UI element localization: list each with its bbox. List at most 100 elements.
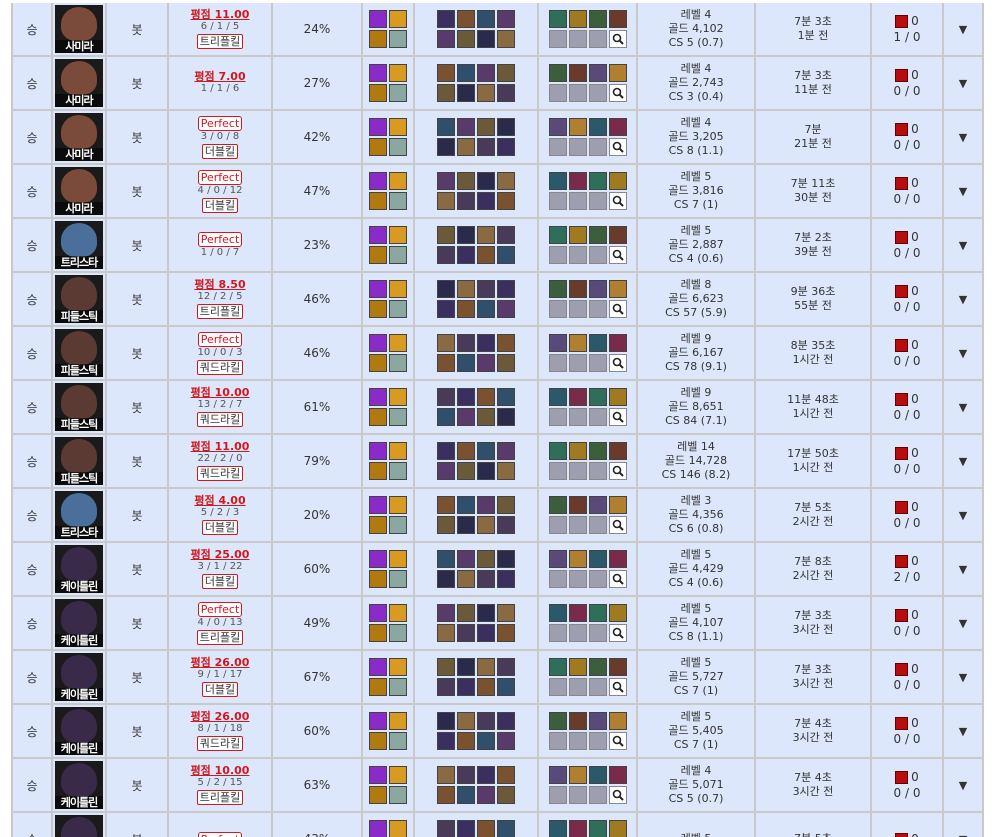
teammate-icon[interactable]: [477, 172, 495, 190]
opponent-icon[interactable]: [497, 732, 515, 750]
opponent-icon[interactable]: [497, 300, 515, 318]
chevron-down-icon[interactable]: ▼: [959, 725, 967, 738]
teammate-icon[interactable]: [497, 172, 515, 190]
opponent-icon[interactable]: [477, 624, 495, 642]
opponent-icon[interactable]: [437, 624, 455, 642]
teammate-icon[interactable]: [457, 64, 475, 82]
opponent-icon[interactable]: [477, 138, 495, 156]
opponent-icon[interactable]: [437, 192, 455, 210]
opponent-icon[interactable]: [477, 732, 495, 750]
teammate-icon[interactable]: [477, 658, 495, 676]
search-icon[interactable]: [608, 570, 627, 588]
teammate-icon[interactable]: [477, 766, 495, 784]
chevron-down-icon[interactable]: ▼: [959, 131, 967, 144]
teammate-icon[interactable]: [497, 604, 515, 622]
teammate-icon[interactable]: [437, 442, 455, 460]
champion-portrait[interactable]: 피들스틱: [55, 437, 103, 485]
opponent-icon[interactable]: [457, 462, 475, 480]
teammate-icon[interactable]: [437, 604, 455, 622]
search-icon[interactable]: [608, 624, 627, 642]
teammate-icon[interactable]: [477, 10, 495, 28]
opponent-icon[interactable]: [437, 138, 455, 156]
opponent-icon[interactable]: [457, 570, 475, 588]
champion-portrait[interactable]: 케이틀린: [55, 707, 103, 755]
teammate-icon[interactable]: [457, 172, 475, 190]
search-icon[interactable]: [608, 408, 627, 426]
champion-portrait[interactable]: 피들스틱: [55, 329, 103, 377]
chevron-down-icon[interactable]: ▼: [959, 563, 967, 576]
opponent-icon[interactable]: [477, 786, 495, 804]
search-icon[interactable]: [608, 84, 627, 102]
opponent-icon[interactable]: [457, 246, 475, 264]
search-icon[interactable]: [608, 30, 627, 48]
opponent-icon[interactable]: [457, 678, 475, 696]
opponent-icon[interactable]: [477, 30, 495, 48]
chevron-down-icon[interactable]: ▼: [959, 455, 967, 468]
teammate-icon[interactable]: [477, 280, 495, 298]
teammate-icon[interactable]: [457, 820, 475, 837]
opponent-icon[interactable]: [457, 354, 475, 372]
opponent-icon[interactable]: [477, 300, 495, 318]
teammate-icon[interactable]: [457, 766, 475, 784]
teammate-icon[interactable]: [497, 550, 515, 568]
opponent-icon[interactable]: [477, 408, 495, 426]
chevron-down-icon[interactable]: ▼: [959, 293, 967, 306]
teammate-icon[interactable]: [457, 10, 475, 28]
teammate-icon[interactable]: [477, 442, 495, 460]
opponent-icon[interactable]: [457, 192, 475, 210]
opponent-icon[interactable]: [457, 138, 475, 156]
opponent-icon[interactable]: [497, 624, 515, 642]
opponent-icon[interactable]: [457, 732, 475, 750]
opponent-icon[interactable]: [437, 462, 455, 480]
search-icon[interactable]: [608, 246, 627, 264]
chevron-down-icon[interactable]: ▼: [959, 401, 967, 414]
search-icon[interactable]: [608, 732, 627, 750]
teammate-icon[interactable]: [477, 118, 495, 136]
opponent-icon[interactable]: [437, 84, 455, 102]
chevron-down-icon[interactable]: ▼: [959, 23, 967, 36]
champion-portrait[interactable]: 케이틀린: [55, 815, 103, 837]
teammate-icon[interactable]: [477, 64, 495, 82]
teammate-icon[interactable]: [477, 820, 495, 837]
opponent-icon[interactable]: [497, 678, 515, 696]
opponent-icon[interactable]: [437, 732, 455, 750]
opponent-icon[interactable]: [497, 192, 515, 210]
teammate-icon[interactable]: [457, 658, 475, 676]
opponent-icon[interactable]: [437, 354, 455, 372]
search-icon[interactable]: [608, 786, 627, 804]
teammate-icon[interactable]: [437, 766, 455, 784]
opponent-icon[interactable]: [457, 30, 475, 48]
teammate-icon[interactable]: [437, 10, 455, 28]
teammate-icon[interactable]: [477, 496, 495, 514]
champion-portrait[interactable]: 케이틀린: [55, 761, 103, 809]
teammate-icon[interactable]: [457, 118, 475, 136]
teammate-icon[interactable]: [497, 226, 515, 244]
teammate-icon[interactable]: [457, 496, 475, 514]
teammate-icon[interactable]: [497, 712, 515, 730]
opponent-icon[interactable]: [437, 246, 455, 264]
opponent-icon[interactable]: [497, 570, 515, 588]
search-icon[interactable]: [608, 138, 627, 156]
teammate-icon[interactable]: [497, 658, 515, 676]
opponent-icon[interactable]: [457, 84, 475, 102]
opponent-icon[interactable]: [497, 354, 515, 372]
teammate-icon[interactable]: [457, 604, 475, 622]
teammate-icon[interactable]: [437, 226, 455, 244]
opponent-icon[interactable]: [477, 462, 495, 480]
teammate-icon[interactable]: [497, 10, 515, 28]
champion-portrait[interactable]: 사미라: [55, 167, 103, 215]
chevron-down-icon[interactable]: ▼: [959, 239, 967, 252]
teammate-icon[interactable]: [437, 712, 455, 730]
teammate-icon[interactable]: [437, 64, 455, 82]
opponent-icon[interactable]: [437, 786, 455, 804]
champion-portrait[interactable]: 케이틀린: [55, 653, 103, 701]
teammate-icon[interactable]: [457, 226, 475, 244]
teammate-icon[interactable]: [497, 388, 515, 406]
champion-portrait[interactable]: 사미라: [55, 113, 103, 161]
teammate-icon[interactable]: [477, 334, 495, 352]
chevron-down-icon[interactable]: ▼: [959, 347, 967, 360]
chevron-down-icon[interactable]: ▼: [959, 617, 967, 630]
opponent-icon[interactable]: [477, 570, 495, 588]
champion-portrait[interactable]: 사미라: [55, 59, 103, 107]
champion-portrait[interactable]: 케이틀린: [55, 545, 103, 593]
